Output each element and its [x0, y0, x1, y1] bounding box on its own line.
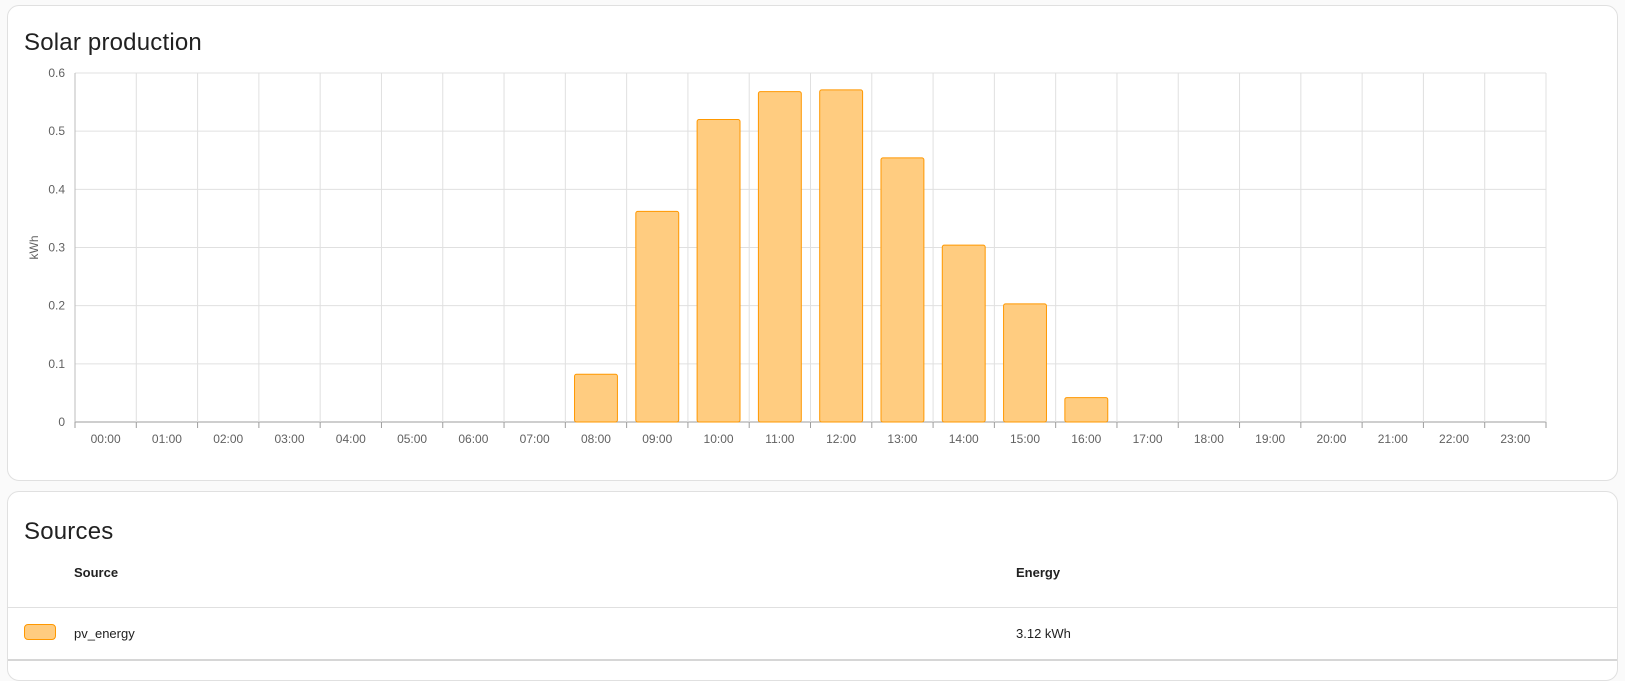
x-tick-label: 17:00: [1133, 432, 1163, 446]
x-tick-label: 05:00: [397, 432, 427, 446]
x-tick-label: 12:00: [826, 432, 856, 446]
bar-09:00: [635, 210, 680, 423]
x-tick-label: 04:00: [336, 432, 366, 446]
x-tick-label: 21:00: [1378, 432, 1408, 446]
x-tick-label: 10:00: [704, 432, 734, 446]
x-tick-label: 07:00: [520, 432, 550, 446]
x-tick-label: 11:00: [765, 432, 794, 446]
x-tick-label: 18:00: [1194, 432, 1224, 446]
header-divider: [8, 607, 1617, 608]
column-header-energy[interactable]: Energy: [1016, 565, 1060, 580]
bar-16:00: [1064, 397, 1109, 423]
y-tick-label: 0: [58, 415, 65, 429]
bar-10:00: [696, 119, 741, 423]
source-color-swatch: [24, 624, 56, 640]
column-header-source[interactable]: Source: [74, 565, 118, 580]
x-tick-label: 02:00: [213, 432, 243, 446]
x-tick-label: 23:00: [1500, 432, 1530, 446]
solar-production-card: Solar production 0 0.1 0.2 0.3 0.4 0.5 0.6 00:0…: [7, 5, 1618, 481]
x-tick-label: 19:00: [1255, 432, 1285, 446]
x-tick-label: 08:00: [581, 432, 611, 446]
x-tick-label: 06:00: [458, 432, 488, 446]
x-tick-label: 20:00: [1316, 432, 1346, 446]
x-tick-label: 01:00: [152, 432, 182, 446]
y-tick-label: 0.5: [48, 124, 65, 138]
solar-production-chart: 0 0.1 0.2 0.3 0.4 0.5 0.6 00:00 01:00 02:00 03:00 0…: [27, 66, 1547, 446]
y-tick-label: 0.4: [48, 182, 65, 196]
bar-12:00: [819, 89, 864, 423]
bar-11:00: [757, 91, 802, 423]
bar-15:00: [1003, 303, 1047, 423]
y-tick-label: 0.2: [48, 299, 65, 313]
source-name-cell: pv_energy: [74, 626, 135, 641]
sources-title: Sources: [24, 518, 114, 545]
x-tick-label: 22:00: [1439, 432, 1469, 446]
x-tick-label: 00:00: [91, 432, 121, 446]
energy-value-cell: 3.12 kWh: [1016, 626, 1071, 641]
sources-card: Sources Source Energy pv_energy 3.12 kWh: [7, 491, 1618, 681]
x-tick-label: 14:00: [949, 432, 979, 446]
x-tick-label: 13:00: [887, 432, 917, 446]
bar-13:00: [880, 157, 925, 423]
y-tick-label: 0.1: [48, 357, 65, 371]
row-divider: [8, 659, 1617, 661]
x-tick-label: 03:00: [275, 432, 305, 446]
bar-08:00: [574, 373, 618, 423]
y-tick-label: 0.6: [48, 66, 65, 80]
x-tick-label: 16:00: [1071, 432, 1101, 446]
x-tick-label: 09:00: [642, 432, 672, 446]
y-axis-title: kWh: [27, 236, 41, 260]
y-tick-label: 0.3: [48, 241, 65, 255]
x-tick-label: 15:00: [1010, 432, 1040, 446]
bar-14:00: [941, 244, 986, 423]
